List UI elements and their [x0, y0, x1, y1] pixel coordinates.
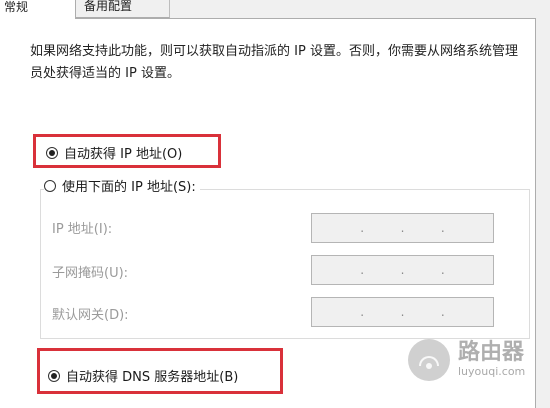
- subnet-mask-dot: .: [440, 263, 445, 277]
- subnet-mask-dot: .: [400, 263, 405, 277]
- subnet-mask-dot: .: [360, 263, 365, 277]
- description-text: 如果网络支持此功能，则可以获取自动指派的 IP 设置。否则，你需要从网络系统管理…: [30, 44, 518, 81]
- manual-ip-radio-button[interactable]: [44, 179, 56, 192]
- watermark-logo: 路由器 luyouqi.com: [408, 330, 548, 390]
- router-wifi-icon: [408, 339, 450, 381]
- default-gateway-dot: .: [360, 305, 365, 319]
- auto-dns-radio-label[interactable]: 自动获得 DNS 服务器地址(B): [66, 366, 238, 385]
- ip-address-label: IP 地址(I):: [52, 222, 113, 237]
- subnet-mask-label: 子网掩码(U):: [52, 266, 129, 281]
- tab-general[interactable]: 常规: [0, 0, 76, 19]
- ip-address-dot: .: [400, 221, 405, 235]
- default-gateway-dot: .: [400, 305, 405, 319]
- default-gateway-dot: .: [440, 305, 445, 319]
- auto-ip-radio-option[interactable]: 自动获得 IP 地址(O): [46, 143, 182, 162]
- default-gateway-label: 默认网关(D):: [52, 308, 129, 323]
- tab-strip: 常规 备用配置: [0, 0, 550, 19]
- manual-ip-radio-option[interactable]: 使用下面的 IP 地址(S):: [44, 176, 200, 195]
- ip-address-dot: .: [360, 221, 365, 235]
- subnet-mask-field[interactable]: . . .: [311, 255, 494, 285]
- tab-alternate-configuration[interactable]: 备用配置: [76, 0, 170, 18]
- watermark-text: 路由器 luyouqi.com: [458, 341, 525, 379]
- watermark-url: luyouqi.com: [458, 365, 526, 378]
- auto-dns-radio-button[interactable]: [48, 369, 60, 382]
- ip-address-field[interactable]: . . .: [311, 213, 494, 243]
- default-gateway-field[interactable]: . . .: [311, 297, 494, 327]
- manual-ip-radio-label[interactable]: 使用下面的 IP 地址(S):: [62, 176, 196, 195]
- auto-ip-radio-button[interactable]: [46, 146, 58, 159]
- ip-address-dot: .: [440, 221, 445, 235]
- auto-ip-radio-label[interactable]: 自动获得 IP 地址(O): [64, 143, 182, 162]
- auto-dns-radio-option[interactable]: 自动获得 DNS 服务器地址(B): [48, 366, 238, 385]
- watermark-title: 路由器: [458, 340, 525, 365]
